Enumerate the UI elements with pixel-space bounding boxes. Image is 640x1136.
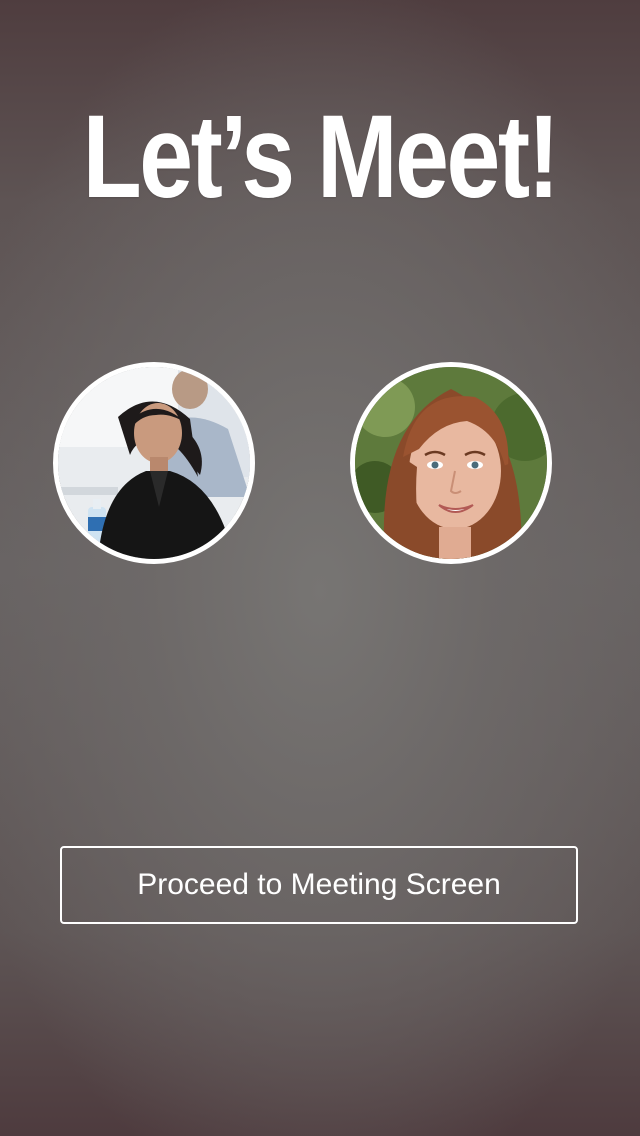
proceed-to-meeting-button[interactable]: Proceed to Meeting Screen: [60, 846, 578, 924]
participant-avatar-left[interactable]: [53, 362, 255, 564]
meeting-intro-screen: Let’s Meet! Proceed to Meeting Screen: [0, 0, 640, 1136]
participant-avatar-right[interactable]: [350, 362, 552, 564]
avatar-woman-auburn-hair-photo: [355, 367, 547, 559]
avatar-woman-black-jacket-photo: [58, 367, 250, 559]
page-title: Let’s Meet!: [82, 91, 560, 223]
